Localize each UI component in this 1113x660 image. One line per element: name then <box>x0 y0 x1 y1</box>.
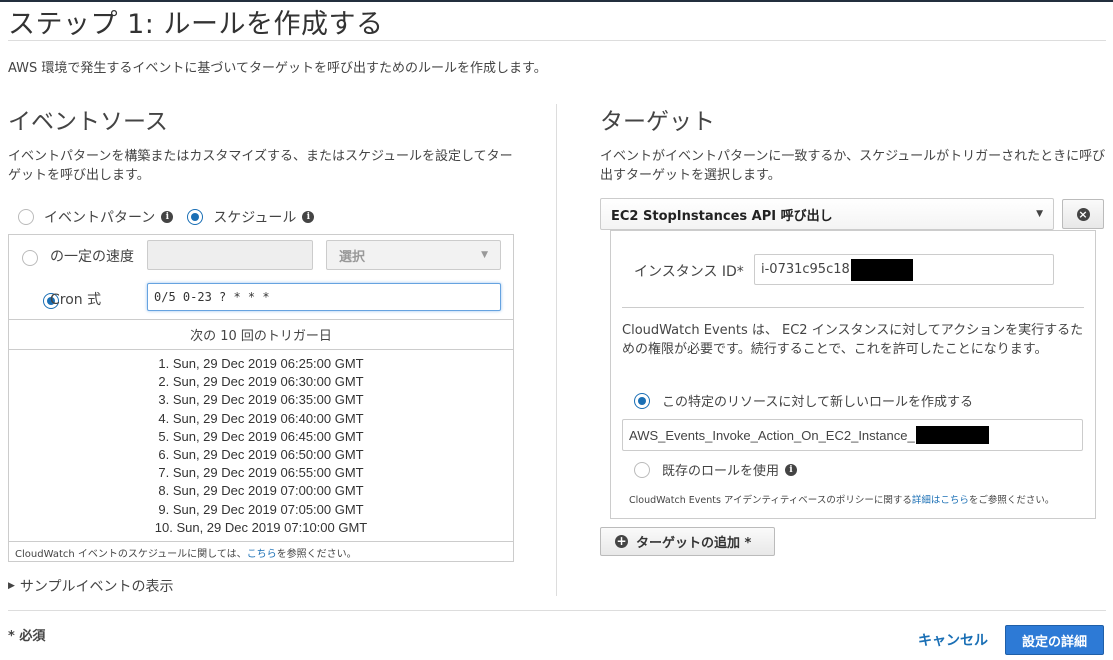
policy-link[interactable]: 詳細はこちら <box>912 495 969 506</box>
trigger-date-item: 8. Sun, 29 Dec 2019 07:00:00 GMT <box>158 483 364 499</box>
radio-existing-role[interactable] <box>634 461 650 478</box>
page-title: ステップ 1: ルールを作成する <box>8 9 384 40</box>
divider <box>622 307 1084 308</box>
next-triggers-header: 次の 10 回のトリガー日 <box>190 329 332 344</box>
trigger-date-item: 10. Sun, 29 Dec 2019 07:10:00 GMT <box>154 519 368 535</box>
sample-event-toggle[interactable]: ▶ サンプルイベントの表示 <box>8 576 174 596</box>
radio-existing-role-label: 既存のロールを使用 <box>662 464 780 479</box>
target-description: イベントがイベントパターンに一致するか、スケジュールがトリガーされたときに呼び出… <box>600 149 1106 183</box>
trigger-date-item: 6. Sun, 29 Dec 2019 06:50:00 GMT <box>158 446 364 462</box>
event-source-description: イベントパターンを構築またはカスタマイズする、またはスケジュールを設定してターゲ… <box>8 149 513 183</box>
trigger-date-item: 2. Sun, 29 Dec 2019 06:30:00 GMT <box>158 374 364 390</box>
event-source-title: イベントソース <box>8 109 168 135</box>
schedule-footnote: CloudWatch イベントのスケジュールに関しては、こちらを参照ください。 <box>15 545 357 560</box>
event-source-type-options: イベントパターン i スケジュール i <box>18 207 315 227</box>
instance-id-label: インスタンス ID* <box>634 264 744 280</box>
role-option-existing: 既存のロールを使用 i <box>634 460 798 479</box>
fixed-rate-label: の一定の速度 <box>50 249 134 265</box>
cancel-link[interactable]: キャンセル <box>918 630 988 650</box>
close-icon: × <box>1076 207 1090 221</box>
column-divider <box>556 104 557 596</box>
policy-note: CloudWatch Events アイデンティティベースのポリシーに関する詳細… <box>629 492 1054 506</box>
cron-label: Cron 式 <box>50 292 102 308</box>
trigger-date-item: 7. Sun, 29 Dec 2019 06:55:00 GMT <box>158 465 364 481</box>
radio-event-pattern[interactable] <box>18 209 34 225</box>
required-note: * 必須 <box>8 629 46 644</box>
radio-event-pattern-label: イベントパターン <box>44 210 156 226</box>
caret-right-icon: ▶ <box>8 581 15 591</box>
configure-details-button[interactable]: 設定の詳細 <box>1005 625 1104 655</box>
policy-note-text: CloudWatch Events アイデンティティベースのポリシーに関する <box>629 495 912 506</box>
divider <box>8 541 514 542</box>
trigger-date-item: 5. Sun, 29 Dec 2019 06:45:00 GMT <box>158 428 364 444</box>
radio-schedule-label: スケジュール <box>213 210 297 226</box>
trigger-date-item: 9. Sun, 29 Dec 2019 07:05:00 GMT <box>158 501 364 517</box>
instance-id-input[interactable]: i-0731c95c18 <box>754 254 1054 285</box>
footnote-text: CloudWatch イベントのスケジュールに関しては、 <box>15 549 247 560</box>
info-icon[interactable]: i <box>785 463 798 476</box>
radio-fixed-rate[interactable] <box>22 249 38 266</box>
role-option-new: この特定のリソースに対して新しいロールを作成する <box>634 391 973 410</box>
policy-note-text: をご参照ください。 <box>968 495 1055 506</box>
radio-new-role[interactable] <box>634 392 650 409</box>
page-subtitle: AWS 環境で発生するイベントに基づいてターゲットを呼び出すためのルールを作成し… <box>8 61 547 76</box>
redaction-block <box>850 258 913 281</box>
add-target-button[interactable]: + ターゲットの追加 * <box>600 527 775 556</box>
trigger-date-item: 1. Sun, 29 Dec 2019 06:25:00 GMT <box>158 356 364 371</box>
sample-event-label: サンプルイベントの表示 <box>19 579 174 595</box>
fixed-rate-input[interactable] <box>147 240 313 270</box>
cron-expression-input[interactable]: 0/5 0-23 ? * * * <box>147 283 501 311</box>
add-target-label: ターゲットの追加 * <box>636 536 752 551</box>
permission-text: CloudWatch Events は、 EC2 インスタンスに対してアクション… <box>622 323 1084 357</box>
role-name-input[interactable]: AWS_Events_Invoke_Action_On_EC2_Instance… <box>622 419 1083 451</box>
caret-down-icon: ▼ <box>481 250 488 260</box>
role-name-value: AWS_Events_Invoke_Action_On_EC2_Instance… <box>629 427 915 443</box>
rate-unit-select-value: 選択 <box>339 249 366 265</box>
caret-down-icon: ▼ <box>1036 209 1043 219</box>
redaction-block <box>915 426 989 444</box>
info-icon[interactable]: i <box>302 211 315 223</box>
footer-divider <box>8 610 1106 611</box>
remove-target-button[interactable]: × <box>1062 199 1104 229</box>
info-icon[interactable]: i <box>161 211 174 223</box>
plus-icon: + <box>615 534 628 548</box>
instance-id-value: i-0731c95c18 <box>761 262 850 277</box>
target-type-select[interactable]: EC2 StopInstances API 呼び出し ▼ <box>600 198 1054 230</box>
radio-new-role-label: この特定のリソースに対して新しいロールを作成する <box>662 395 973 410</box>
target-title: ターゲット <box>600 109 715 135</box>
footnote-link[interactable]: こちら <box>247 549 277 560</box>
divider <box>8 349 514 350</box>
footnote-text: を参照ください。 <box>276 549 357 560</box>
target-type-select-value: EC2 StopInstances API 呼び出し <box>611 208 833 224</box>
rate-unit-select[interactable]: 選択 ▼ <box>326 240 501 270</box>
title-divider <box>8 40 1106 41</box>
radio-schedule[interactable] <box>187 209 204 225</box>
trigger-date-item: 4. Sun, 29 Dec 2019 06:40:00 GMT <box>158 410 364 426</box>
trigger-list: 1. Sun, 29 Dec 2019 06:25:00 GMT 2. Sun, … <box>8 355 514 537</box>
trigger-date-item: 3. Sun, 29 Dec 2019 06:35:00 GMT <box>158 392 364 408</box>
